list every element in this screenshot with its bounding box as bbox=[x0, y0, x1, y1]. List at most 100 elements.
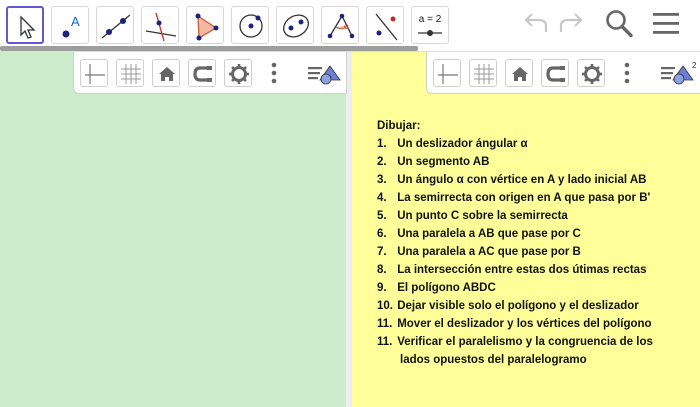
slider-tool-button[interactable]: a = 2 bbox=[411, 6, 449, 44]
style-bar-toggle-button[interactable] bbox=[306, 59, 342, 87]
step-text: Una paralela a AC que pase por B bbox=[397, 246, 581, 258]
construction-instructions[interactable]: Dibujar: 1. Un deslizador ángular α 2. U… bbox=[377, 117, 697, 369]
instruction-continuation: lados opuestos del paralelogramo bbox=[400, 354, 587, 366]
toggle-axes-2-button[interactable] bbox=[433, 59, 461, 87]
reflect-about-line-icon bbox=[375, 13, 398, 41]
circle-tool-button[interactable] bbox=[231, 6, 269, 44]
axes-icon bbox=[438, 64, 458, 84]
circle-center-point-icon bbox=[239, 14, 263, 38]
ellipse-icon bbox=[283, 14, 309, 38]
settings-icon bbox=[229, 64, 249, 84]
step-number: 6. bbox=[377, 228, 387, 240]
perpendicular-line-icon bbox=[145, 12, 177, 42]
instructions-title: Dibujar: bbox=[377, 120, 421, 132]
step-text: Verificar el paralelismo y la congruenci… bbox=[397, 336, 653, 348]
more-options-2-button[interactable] bbox=[613, 59, 641, 87]
svg-text:α: α bbox=[344, 22, 349, 31]
pointer-arrow-icon bbox=[20, 15, 36, 39]
step-number: 4. bbox=[377, 192, 387, 204]
instruction-step: 2. Un segmento AB bbox=[377, 153, 697, 171]
svg-text:A: A bbox=[71, 14, 80, 29]
step-text: Una paralela a AB que pase por C bbox=[397, 228, 581, 240]
step-number: 11. bbox=[377, 336, 393, 348]
instruction-step: 5. Un punto C sobre la semirrecta bbox=[377, 207, 697, 225]
line-tool-button[interactable] bbox=[96, 6, 134, 44]
step-number: 8. bbox=[377, 264, 387, 276]
point-icon: A bbox=[62, 14, 80, 38]
step-text: La intersección entre estas dos útimas r… bbox=[397, 264, 647, 276]
point-capturing-icon bbox=[546, 66, 565, 82]
graphics-2-settings-button[interactable] bbox=[577, 59, 605, 87]
toggle-grid-button[interactable] bbox=[116, 59, 144, 87]
point-tool-button[interactable]: A bbox=[51, 6, 89, 44]
graphics-settings-button[interactable] bbox=[224, 59, 252, 87]
more-icon bbox=[271, 62, 277, 84]
search-button[interactable] bbox=[603, 8, 635, 45]
undo-icon bbox=[524, 13, 548, 32]
polygon-icon bbox=[195, 13, 219, 41]
step-number: 2. bbox=[377, 156, 387, 168]
style-bar-toggle-2-button[interactable]: 2 bbox=[659, 59, 699, 87]
toggle-axes-button[interactable] bbox=[80, 59, 108, 87]
standard-view-2-button[interactable] bbox=[505, 59, 533, 87]
angle-icon: α bbox=[327, 13, 355, 39]
step-text: Mover el deslizador y los vértices del p… bbox=[397, 318, 652, 330]
perpendicular-line-tool-button[interactable] bbox=[141, 6, 179, 44]
instruction-step: 3. Un ángulo α con vértice en A y lado i… bbox=[377, 171, 697, 189]
toggle-grid-2-button[interactable] bbox=[469, 59, 497, 87]
point-capturing-button[interactable] bbox=[188, 59, 216, 87]
step-number: 1. bbox=[377, 138, 387, 150]
polygon-tool-button[interactable] bbox=[186, 6, 224, 44]
instruction-step: 9. El polígono ABDC bbox=[377, 279, 697, 297]
point-capturing-2-button[interactable] bbox=[541, 59, 569, 87]
home-icon bbox=[159, 67, 175, 81]
step-number: 7. bbox=[377, 246, 387, 258]
instruction-step: 11. Mover el deslizador y los vértices d… bbox=[377, 315, 697, 333]
graphics-view[interactable] bbox=[0, 52, 346, 407]
axes-icon bbox=[85, 64, 105, 84]
graphics-stylebar bbox=[73, 52, 347, 94]
step-text: Un punto C sobre la semirrecta bbox=[397, 210, 568, 222]
step-text: La semirrecta con origen en A que pasa p… bbox=[397, 192, 651, 204]
home-icon bbox=[512, 67, 528, 81]
step-number: 3. bbox=[377, 174, 387, 186]
step-number: 10. bbox=[377, 300, 393, 312]
step-text: Dejar visible solo el polígono y el desl… bbox=[397, 300, 639, 312]
instruction-step: 4. La semirrecta con origen en A que pas… bbox=[377, 189, 697, 207]
instruction-step: 1. Un deslizador ángular α bbox=[377, 135, 697, 153]
main-toolbar: A α a = 2 bbox=[0, 0, 700, 52]
move-tool-button[interactable] bbox=[6, 6, 44, 44]
grid-icon bbox=[121, 64, 141, 84]
instruction-step: 11. Verificar el paralelismo y la congru… bbox=[377, 333, 697, 351]
style-bar-toggle-icon bbox=[308, 65, 341, 85]
slider-icon bbox=[418, 30, 442, 36]
point-capturing-icon bbox=[193, 66, 212, 82]
grid-icon bbox=[474, 64, 494, 84]
graphics-2-badge: 2 bbox=[692, 61, 697, 70]
main-menu-button[interactable] bbox=[651, 8, 681, 43]
instruction-step: 8. La intersección entre estas dos útima… bbox=[377, 261, 697, 279]
reflect-tool-button[interactable] bbox=[366, 6, 404, 44]
standard-view-button[interactable] bbox=[152, 59, 180, 87]
step-number: 9. bbox=[377, 282, 387, 294]
more-options-button[interactable] bbox=[260, 59, 288, 87]
instruction-step: 10. Dejar visible solo el polígono y el … bbox=[377, 297, 697, 315]
ellipse-tool-button[interactable] bbox=[276, 6, 314, 44]
angle-tool-button[interactable]: α bbox=[321, 6, 359, 44]
menu-icon bbox=[653, 13, 679, 34]
step-text: Un ángulo α con vértice en A y lado inic… bbox=[397, 174, 647, 186]
undo-button[interactable] bbox=[520, 8, 550, 43]
settings-icon bbox=[582, 64, 602, 84]
more-icon bbox=[624, 62, 630, 84]
instruction-step: 7. Una paralela a AC que pase por B bbox=[377, 243, 697, 261]
step-number: 5. bbox=[377, 210, 387, 222]
step-text: Un segmento AB bbox=[397, 156, 490, 168]
search-icon bbox=[606, 10, 633, 38]
instruction-step: 6. Una paralela a AB que pase por C bbox=[377, 225, 697, 243]
line-through-two-points-icon bbox=[101, 14, 131, 39]
redo-icon bbox=[559, 13, 583, 32]
graphics-2-stylebar: 2 bbox=[426, 52, 700, 94]
step-text: El polígono ABDC bbox=[397, 282, 496, 294]
redo-button[interactable] bbox=[557, 8, 587, 43]
step-number: 11. bbox=[377, 318, 393, 330]
